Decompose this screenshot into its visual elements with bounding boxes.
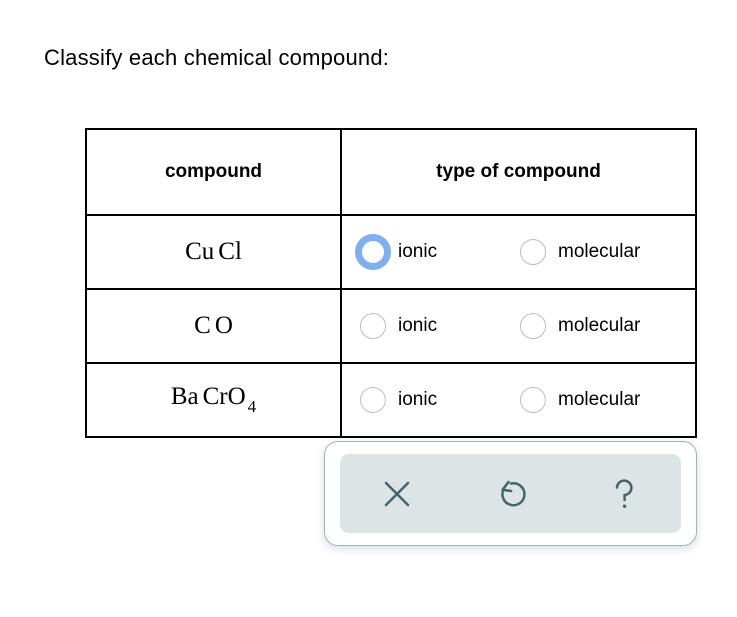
radio-option-molecular[interactable]: molecular <box>520 313 640 339</box>
question-mark-icon <box>607 476 641 512</box>
table-header-row: compound type of compound <box>85 128 697 216</box>
chemical-formula: CO <box>194 312 233 339</box>
radio-option-ionic[interactable]: ionic <box>360 313 520 339</box>
table-row: Cu Cl ionic molecular <box>85 214 697 290</box>
table-row: CO ionic molecular <box>85 288 697 364</box>
compound-type-cell: ionic molecular <box>340 214 697 290</box>
compound-formula-cell: CO <box>85 288 342 364</box>
compound-formula-cell: Ba CrO 4 <box>85 362 342 438</box>
formula-subscript: 4 <box>247 396 257 416</box>
x-icon <box>380 477 414 511</box>
radio-button-unselected[interactable] <box>360 313 386 339</box>
page-title: Classify each chemical compound: <box>44 45 390 70</box>
chemical-formula: Ba CrO 4 <box>170 383 256 416</box>
radio-label-molecular: molecular <box>558 315 641 336</box>
compound-formula-cell: Cu Cl <box>85 214 342 290</box>
table-row: Ba CrO 4 ionic molecular <box>85 362 697 438</box>
radio-button-unselected[interactable] <box>520 387 546 413</box>
toolbar-inner-bar <box>340 454 681 533</box>
formula-part: CrO <box>202 383 246 411</box>
radio-button-selected[interactable] <box>355 234 391 270</box>
undo-arrow-icon <box>493 476 529 512</box>
radio-button-unselected[interactable] <box>360 387 386 413</box>
formula-part: Cl <box>218 238 242 265</box>
compound-type-cell: ionic molecular <box>340 362 697 438</box>
radio-option-ionic[interactable]: ionic <box>360 387 520 413</box>
compound-classification-table: compound type of compound Cu Cl ionic mo… <box>85 128 697 438</box>
column-header-type: type of compound <box>340 128 697 216</box>
radio-option-ionic[interactable]: ionic <box>355 234 520 270</box>
radio-label-ionic: ionic <box>398 315 438 336</box>
radio-label-ionic: ionic <box>398 241 438 262</box>
reset-button[interactable] <box>454 454 568 533</box>
formula-part: C <box>194 312 211 339</box>
radio-label-molecular: molecular <box>558 241 641 262</box>
radio-button-unselected[interactable] <box>520 239 546 265</box>
radio-label-molecular: molecular <box>558 389 641 410</box>
chemical-formula: Cu Cl <box>185 238 242 265</box>
formula-part: O <box>214 312 233 339</box>
formula-part: Ba <box>170 383 199 411</box>
radio-option-molecular[interactable]: molecular <box>520 387 640 413</box>
radio-button-unselected[interactable] <box>520 313 546 339</box>
radio-option-molecular[interactable]: molecular <box>520 239 640 265</box>
formula-part: Cu <box>185 238 215 265</box>
action-toolbar <box>324 441 697 546</box>
column-header-compound: compound <box>85 128 342 216</box>
radio-label-ionic: ionic <box>398 389 438 410</box>
close-button[interactable] <box>340 454 454 533</box>
help-button[interactable] <box>567 454 681 533</box>
compound-type-cell: ionic molecular <box>340 288 697 364</box>
